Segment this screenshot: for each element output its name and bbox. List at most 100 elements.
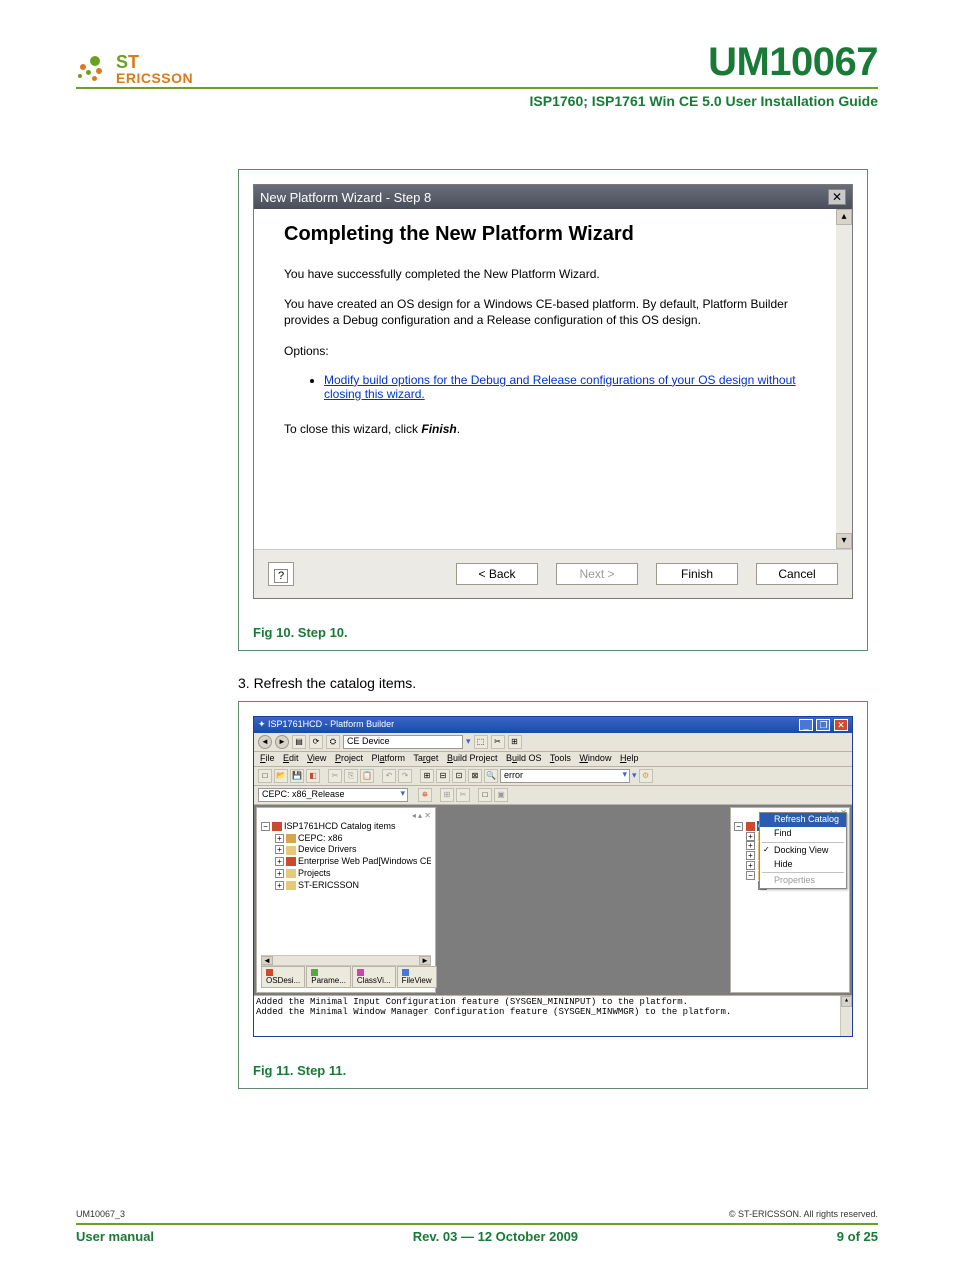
tree-item[interactable]: +ST-ERICSSON <box>261 880 431 892</box>
tree-hscroll[interactable]: ◄ ► <box>261 955 431 965</box>
menu-file: File <box>260 753 275 763</box>
footer-rule <box>76 1223 878 1225</box>
toolbar-btn[interactable]: ⊞ <box>440 788 454 802</box>
toolbar-btn[interactable]: ⊠ <box>468 769 482 783</box>
redo-icon[interactable]: ↷ <box>398 769 412 783</box>
ctx-hide[interactable]: Hide <box>760 858 846 872</box>
footer-doctype: User manual <box>76 1229 154 1244</box>
output-vscroll[interactable]: ▴ <box>840 996 852 1036</box>
toolbar-btn[interactable]: ✂ <box>491 735 505 749</box>
nav-back-icon[interactable]: ◄ <box>258 735 272 749</box>
toolbar-btn[interactable]: ⊡ <box>452 769 466 783</box>
pb-title-text: ✦ ISP1761HCD - Platform Builder <box>258 720 394 730</box>
undo-icon[interactable]: ↶ <box>382 769 396 783</box>
figure-11-frame: ✦ ISP1761HCD - Platform Builder _ ❐ ✕ ◄ … <box>238 701 868 1089</box>
help-button[interactable]: ? <box>268 562 294 586</box>
option-item: Modify build options for the Debug and R… <box>324 373 806 401</box>
tab-classview[interactable]: ClassVi... <box>352 966 396 988</box>
tab-osdesign[interactable]: OSDesi... <box>261 966 305 988</box>
catalog-panel: ◂ ▴ ✕ − Catalog + + + + − + Refresh Cata… <box>730 807 850 993</box>
tree-item[interactable]: +Enterprise Web Pad[Windows CE devices] <box>261 856 431 868</box>
doc-id: UM10067 <box>708 40 878 85</box>
toolbar-btn[interactable]: □ <box>478 788 492 802</box>
copy-icon[interactable]: ⎘ <box>344 769 358 783</box>
pb-build-toolbar: CEPC: x86_Release ⛯ ⊞ ✂ □ ▣ <box>254 786 852 805</box>
editor-area <box>440 807 726 993</box>
toolbar-btn[interactable]: ⛭ <box>326 735 340 749</box>
brand-logo: ST ERICSSON <box>76 53 193 85</box>
logo-dots-icon <box>76 54 112 84</box>
ctx-refresh-catalog[interactable]: Refresh Catalog <box>760 813 846 827</box>
open-icon[interactable]: 📂 <box>274 769 288 783</box>
find-combo[interactable]: error <box>500 769 630 783</box>
minimize-icon[interactable]: _ <box>799 719 813 731</box>
menu-target: Target <box>413 753 438 763</box>
tree-item[interactable]: +CEPC: x86 <box>261 833 431 845</box>
platform-builder-window: ✦ ISP1761HCD - Platform Builder _ ❐ ✕ ◄ … <box>253 716 853 1037</box>
paste-icon[interactable]: 📋 <box>360 769 374 783</box>
tree-item[interactable]: +Projects <box>261 868 431 880</box>
new-icon[interactable]: □ <box>258 769 272 783</box>
menu-window: Window <box>579 753 611 763</box>
wizard-paragraph: You have successfully completed the New … <box>284 266 806 282</box>
footer-docref: UM10067_3 <box>76 1209 125 1219</box>
finish-button[interactable]: Finish <box>656 563 738 585</box>
ctx-properties[interactable]: Properties <box>760 874 846 888</box>
device-select[interactable]: CE Device <box>343 735 463 749</box>
back-button[interactable]: < Back <box>456 563 538 585</box>
tab-fileview[interactable]: FileView <box>397 966 437 988</box>
footer-revision: Rev. 03 — 12 October 2009 <box>413 1229 578 1244</box>
saveall-icon[interactable]: ◧ <box>306 769 320 783</box>
modify-build-link[interactable]: Modify build options for the Debug and R… <box>324 373 796 401</box>
toolbar-btn[interactable]: ⚙ <box>639 769 653 783</box>
menu-edit: Edit <box>283 753 299 763</box>
save-icon[interactable]: 💾 <box>290 769 304 783</box>
close-icon[interactable]: ✕ <box>834 719 848 731</box>
cut-icon[interactable]: ✂ <box>328 769 342 783</box>
cancel-button[interactable]: Cancel <box>756 563 838 585</box>
figure-10-frame: New Platform Wizard - Step 8 ✕ ▴ ▾ Compl… <box>238 169 868 651</box>
wizard-paragraph: You have created an OS design for a Wind… <box>284 296 806 328</box>
ctx-find[interactable]: Find <box>760 827 846 841</box>
maximize-icon[interactable]: ❐ <box>816 719 830 731</box>
menu-buildproject: Build Project <box>447 753 498 763</box>
close-icon[interactable]: ✕ <box>828 189 846 205</box>
menu-project: Project <box>335 753 363 763</box>
toolbar-btn[interactable]: ⊞ <box>508 735 522 749</box>
tab-parame[interactable]: Parame... <box>306 966 351 988</box>
tree-root[interactable]: −ISP1761HCD Catalog items <box>261 821 431 833</box>
page-footer: UM10067_3 © ST-ERICSSON. All rights rese… <box>76 1209 878 1244</box>
find-icon[interactable]: 🔍 <box>484 769 498 783</box>
figure-caption: Fig 11. Step 11. <box>253 1063 853 1078</box>
toolbar-btn[interactable]: ✂ <box>456 788 470 802</box>
next-button[interactable]: Next > <box>556 563 638 585</box>
figure-caption: Fig 10. Step 10. <box>253 625 853 640</box>
menu-buildos: Build OS <box>506 753 542 763</box>
step-instruction: 3. Refresh the catalog items. <box>238 675 878 691</box>
toolbar-btn[interactable]: ⊞ <box>420 769 434 783</box>
build-icon[interactable]: ⛯ <box>418 788 432 802</box>
pb-std-toolbar: □ 📂 💾 ◧ ✂ ⎘ 📋 ↶ ↷ ⊞ ⊟ ⊡ ⊠ 🔍 error ▾ ⚙ <box>254 767 852 786</box>
toolbar-btn[interactable]: ▣ <box>494 788 508 802</box>
nav-forward-icon[interactable]: ► <box>275 735 289 749</box>
menu-platform: Platform <box>372 753 406 763</box>
wizard-heading: Completing the New Platform Wizard <box>284 223 806 246</box>
scroll-down-icon[interactable]: ▾ <box>836 533 852 549</box>
toolbar-btn[interactable]: ⟳ <box>309 735 323 749</box>
close-hint: To close this wizard, click Finish. <box>284 421 806 437</box>
toolbar-btn[interactable]: ▤ <box>292 735 306 749</box>
toolbar-btn[interactable]: ⬚ <box>474 735 488 749</box>
ctx-docking-view[interactable]: ✓Docking View <box>760 844 846 858</box>
workspace-tree-panel: ◂ ▴ ✕ −ISP1761HCD Catalog items +CEPC: x… <box>256 807 436 993</box>
pb-menubar[interactable]: File Edit View Project Platform Target B… <box>254 752 852 767</box>
menu-view: View <box>307 753 326 763</box>
toolbar-btn[interactable]: ⊟ <box>436 769 450 783</box>
tree-item[interactable]: +Device Drivers <box>261 844 431 856</box>
scroll-up-icon[interactable]: ▴ <box>836 209 852 225</box>
help-icon: ? <box>274 569 288 583</box>
menu-tools: Tools <box>550 753 571 763</box>
config-combo[interactable]: CEPC: x86_Release <box>258 788 408 802</box>
pb-nav-toolbar: ◄ ► ▤ ⟳ ⛭ CE Device ▾ ⬚ ✂ ⊞ <box>254 733 852 752</box>
wizard-title-text: New Platform Wizard - Step 8 <box>260 190 431 205</box>
output-panel: Added the Minimal Input Configuration fe… <box>254 995 852 1036</box>
